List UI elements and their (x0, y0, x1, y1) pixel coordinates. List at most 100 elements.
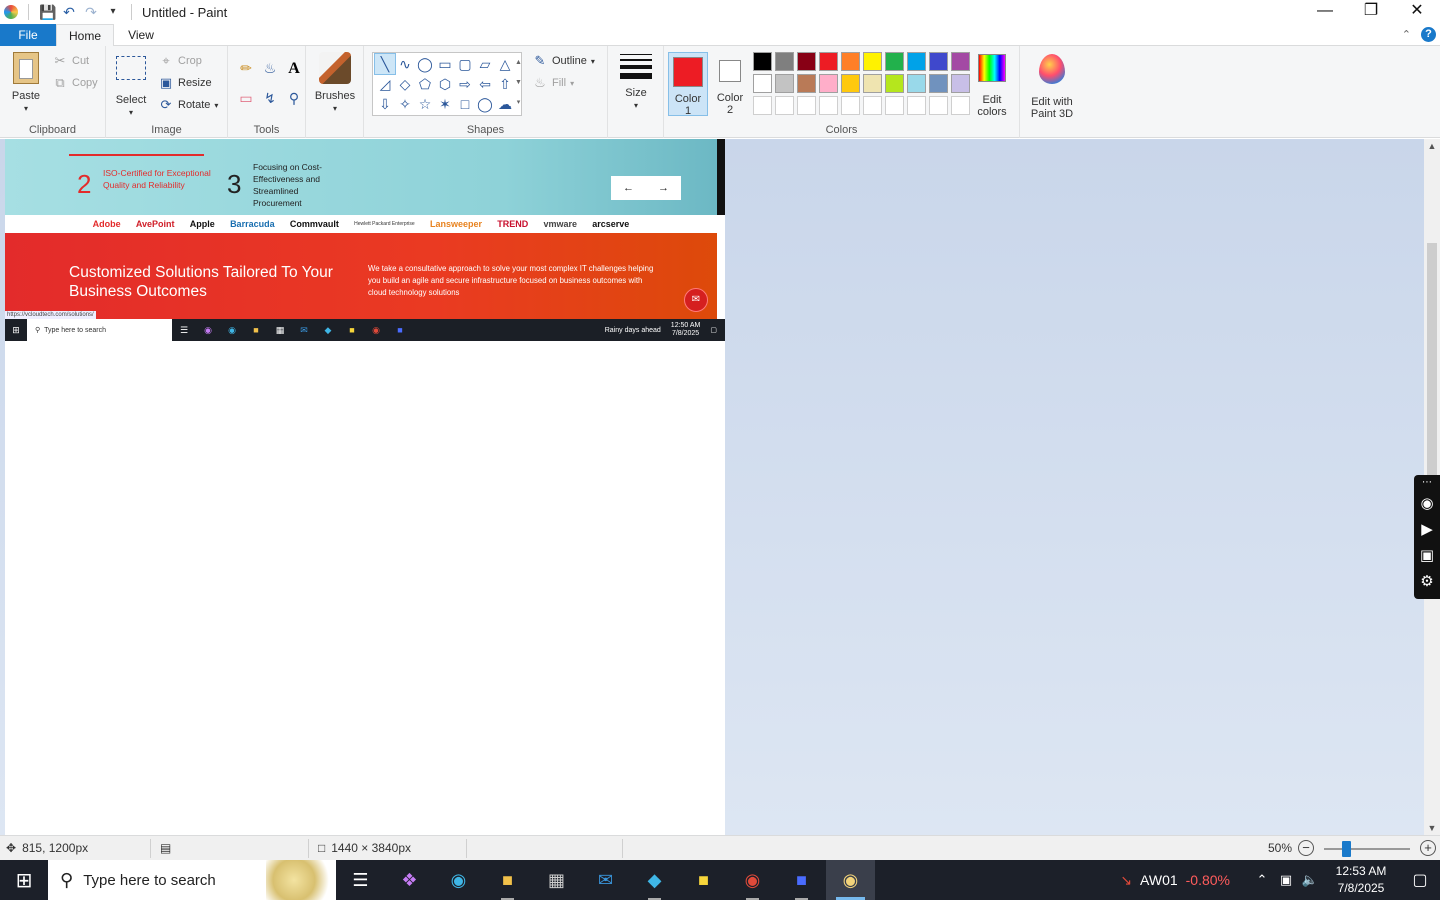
custom-color-slot[interactable] (819, 96, 838, 115)
custom-color-slot[interactable] (841, 96, 860, 115)
color1-button[interactable]: Color 1 (668, 52, 708, 117)
left-arrow-shape-icon[interactable]: ⇦ (475, 74, 495, 94)
edge-button[interactable]: ◉ (434, 860, 483, 900)
palette-swatch[interactable] (819, 52, 838, 71)
fill-button[interactable]: ♨ Fill ▾ (532, 74, 574, 92)
palette-swatch[interactable] (797, 74, 816, 93)
size-button[interactable]: Size ▾ (618, 54, 654, 112)
volume-icon[interactable]: 🔈 (1298, 872, 1322, 888)
clock[interactable]: 12:53 AM 7/8/2025 (1322, 863, 1400, 897)
six-point-star-shape-icon[interactable]: ✶ (435, 94, 455, 114)
palette-swatch[interactable] (885, 74, 904, 93)
minimize-ribbon-icon[interactable]: ⌃ (1402, 28, 1411, 41)
scroll-thumb[interactable] (1427, 243, 1437, 483)
show-hidden-icons-icon[interactable]: ⌃ (1250, 872, 1274, 888)
palette-swatch[interactable] (753, 74, 772, 93)
right-triangle-shape-icon[interactable]: ◿ (375, 74, 395, 94)
zoom-button[interactable]: ■ (777, 860, 826, 900)
stock-widget[interactable]: ↘ AW01 -0.80% (1120, 872, 1230, 889)
undo-icon[interactable]: ↶ (61, 4, 77, 20)
palette-swatch[interactable] (753, 52, 772, 71)
customize-quick-access-icon[interactable]: ▾ (105, 4, 121, 20)
text-icon[interactable]: A (282, 60, 306, 78)
hexagon-shape-icon[interactable]: ⬡ (435, 74, 455, 94)
palette-swatch[interactable] (951, 52, 970, 71)
edit-with-paint3d-button[interactable]: Edit with Paint 3D (1024, 54, 1080, 120)
pencil-icon[interactable]: ✏ (234, 60, 258, 78)
camera-icon[interactable]: ◉ (1414, 491, 1440, 517)
rectangle-shape-icon[interactable]: ▭ (435, 54, 455, 74)
down-arrow-shape-icon[interactable]: ⇩ (375, 94, 395, 114)
right-arrow-shape-icon[interactable]: ⇨ (455, 74, 475, 94)
copy-button[interactable]: ⧉ Copy (52, 74, 97, 92)
tab-file[interactable]: File (0, 24, 56, 46)
close-button[interactable]: ✕ (1394, 0, 1440, 24)
taskbar-search[interactable]: ⚲ Type here to search (48, 860, 336, 900)
pinned-app-button[interactable]: ◆ (630, 860, 679, 900)
palette-swatch[interactable] (775, 52, 794, 71)
sticky-notes-button[interactable]: ■ (679, 860, 728, 900)
palette-swatch[interactable] (841, 52, 860, 71)
shapes-scroll[interactable]: ▲ ▼ ▾ (515, 53, 522, 115)
eraser-icon[interactable]: ▭ (234, 90, 258, 107)
cut-button[interactable]: ✂ Cut (52, 52, 90, 70)
custom-color-slot[interactable] (951, 96, 970, 115)
palette-swatch[interactable] (797, 52, 816, 71)
four-point-star-shape-icon[interactable]: ✧ (395, 94, 415, 114)
triangle-shape-icon[interactable]: △ (495, 54, 515, 74)
video-camera-icon[interactable]: ▶ (1414, 517, 1440, 543)
palette-swatch[interactable] (863, 52, 882, 71)
tab-home[interactable]: Home (56, 24, 114, 47)
palette-swatch[interactable] (819, 74, 838, 93)
edit-colors-button[interactable]: Edit colors (972, 54, 1012, 118)
five-point-star-shape-icon[interactable]: ☆ (415, 94, 435, 114)
minimize-button[interactable]: — (1302, 0, 1348, 24)
outline-button[interactable]: ✎ Outline ▾ (532, 52, 595, 70)
zoom-slider-track[interactable] (1324, 848, 1410, 850)
palette-swatch[interactable] (775, 74, 794, 93)
store-button[interactable]: ▦ (532, 860, 581, 900)
oval-shape-icon[interactable]: ◯ (415, 54, 435, 74)
drawing-canvas[interactable]: 2 ISO-Certified for Exceptional Quality … (5, 139, 725, 835)
curve-shape-icon[interactable]: ∿ (395, 54, 415, 74)
palette-swatch[interactable] (885, 52, 904, 71)
panel-handle-icon[interactable]: ⋯ (1414, 475, 1440, 491)
scroll-down-icon[interactable]: ▼ (1424, 823, 1440, 833)
maximize-button[interactable]: ❐ (1348, 0, 1394, 24)
redo-icon[interactable]: ↷ (83, 4, 99, 20)
start-button[interactable]: ⊞ (0, 860, 48, 900)
notification-icon[interactable]: ▢ (1400, 870, 1440, 890)
rect-callout-shape-icon[interactable]: □ (455, 94, 475, 114)
diamond-shape-icon[interactable]: ◇ (395, 74, 415, 94)
magnifier-icon[interactable]: ⚲ (282, 90, 306, 107)
color-picker-icon[interactable]: ↯ (258, 90, 282, 107)
zoom-out-button[interactable]: − (1298, 840, 1314, 856)
rounded-rectangle-shape-icon[interactable]: ▢ (455, 54, 475, 74)
crop-button[interactable]: ⌖ Crop (158, 52, 202, 70)
network-icon[interactable]: ▣ (1274, 872, 1298, 888)
file-explorer-button[interactable]: ■ (483, 860, 532, 900)
custom-color-slot[interactable] (929, 96, 948, 115)
window-icon[interactable]: ▣ (1414, 543, 1440, 569)
palette-swatch[interactable] (929, 74, 948, 93)
custom-color-slot[interactable] (775, 96, 794, 115)
palette-swatch[interactable] (929, 52, 948, 71)
palette-swatch[interactable] (863, 74, 882, 93)
palette-swatch[interactable] (841, 74, 860, 93)
up-arrow-shape-icon[interactable]: ⇧ (495, 74, 515, 94)
brushes-button[interactable]: Brushes ▾ (314, 52, 356, 115)
paint-button[interactable]: ◉ (826, 860, 875, 900)
paint-app-icon[interactable] (4, 5, 18, 19)
zoom-in-button[interactable]: + (1420, 840, 1436, 856)
copilot-button[interactable]: ❖ (385, 860, 434, 900)
mail-button[interactable]: ✉ (581, 860, 630, 900)
save-icon[interactable]: 💾 (39, 4, 56, 20)
pentagon-shape-icon[interactable]: ⬠ (415, 74, 435, 94)
resize-button[interactable]: ▣ Resize (158, 74, 212, 92)
custom-color-slot[interactable] (863, 96, 882, 115)
tab-view[interactable]: View (114, 24, 168, 46)
oval-callout-shape-icon[interactable]: ◯ (475, 94, 495, 114)
fill-bucket-icon[interactable]: ♨ (258, 60, 282, 78)
scroll-up-icon[interactable]: ▲ (1424, 141, 1440, 151)
task-view-button[interactable]: ☰ (336, 860, 385, 900)
